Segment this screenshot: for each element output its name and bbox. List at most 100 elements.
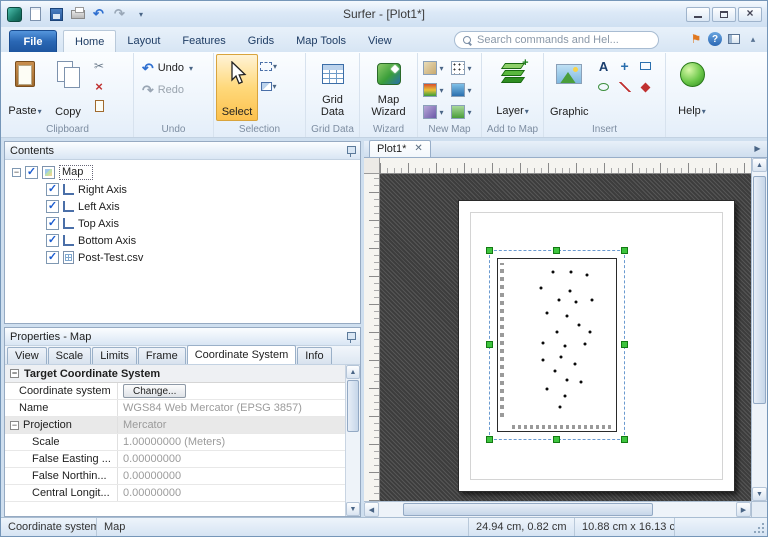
undo-button[interactable]: Undo	[136, 58, 211, 78]
tab-coordinate-system[interactable]: Coordinate System	[187, 345, 297, 364]
pin-icon[interactable]	[346, 331, 355, 343]
undo-icon[interactable]	[90, 6, 107, 23]
flag-icon[interactable]	[688, 31, 704, 47]
post-test-checkbox[interactable]	[46, 251, 59, 264]
selection-handle[interactable]	[621, 341, 628, 348]
tab-features[interactable]: Features	[171, 30, 236, 52]
plot-canvas[interactable]	[380, 174, 751, 501]
close-button[interactable]	[738, 7, 762, 22]
tab-info[interactable]: Info	[297, 347, 331, 364]
copy-button[interactable]: Copy	[47, 54, 89, 121]
properties-scrollbar[interactable]	[345, 365, 360, 516]
scroll-thumb[interactable]	[403, 503, 653, 516]
new-contour-map-button[interactable]	[420, 57, 447, 78]
collapse-icon[interactable]	[10, 369, 19, 378]
paste-button[interactable]: Paste	[4, 54, 46, 121]
section-target-coordinate-system[interactable]: Target Coordinate System	[5, 365, 345, 383]
tree-item-right-axis[interactable]: Right Axis	[5, 181, 360, 198]
post-map[interactable]	[497, 258, 617, 432]
tab-plot1[interactable]: Plot1*	[369, 140, 431, 157]
map-checkbox[interactable]	[25, 166, 38, 179]
invert-selection-button[interactable]	[259, 77, 278, 95]
tab-map-tools[interactable]: Map Tools	[285, 30, 357, 52]
selection-handle[interactable]	[486, 341, 493, 348]
selection-handle[interactable]	[486, 247, 493, 254]
right-axis-checkbox[interactable]	[46, 183, 59, 196]
new-base-map-button[interactable]	[448, 101, 475, 122]
print-icon[interactable]	[69, 6, 86, 23]
tree-item-bottom-axis[interactable]: Bottom Axis	[5, 232, 360, 249]
pin-icon[interactable]	[346, 145, 355, 157]
new-document-icon[interactable]	[27, 6, 44, 23]
change-coordinate-system-button[interactable]: Change...	[123, 384, 186, 398]
close-tab-icon[interactable]	[414, 144, 422, 154]
tab-grids[interactable]: Grids	[237, 30, 285, 52]
redo-button[interactable]: Redo	[136, 80, 211, 100]
tab-scale[interactable]: Scale	[48, 347, 92, 364]
bottom-axis-checkbox[interactable]	[46, 234, 59, 247]
qat-customize-icon[interactable]	[132, 6, 149, 23]
redo-icon[interactable]	[111, 6, 128, 23]
graphic-button[interactable]: Graphic	[546, 54, 593, 121]
tree-item-top-axis[interactable]: Top Axis	[5, 215, 360, 232]
tab-frame[interactable]: Frame	[138, 347, 186, 364]
select-button[interactable]: Select	[216, 54, 258, 121]
help-button[interactable]: Help	[671, 54, 713, 121]
selection-handle[interactable]	[486, 436, 493, 443]
collapse-icon[interactable]	[12, 168, 21, 177]
quick-help-icon[interactable]	[707, 31, 723, 47]
paste-special-button[interactable]	[90, 97, 108, 115]
tree-item-post-test-csv[interactable]: Post-Test.csv	[5, 249, 360, 266]
insert-text-button[interactable]	[594, 57, 614, 75]
delete-button[interactable]	[90, 77, 108, 95]
tab-limits[interactable]: Limits	[92, 347, 137, 364]
map-wizard-button[interactable]: Map Wizard	[362, 54, 415, 121]
scroll-up-icon[interactable]	[346, 365, 360, 379]
block-select-button[interactable]	[259, 57, 278, 75]
grid-data-button[interactable]: Grid Data	[308, 54, 357, 121]
scroll-down-icon[interactable]	[346, 502, 360, 516]
tab-layout[interactable]: Layout	[116, 30, 171, 52]
tree-item-map[interactable]: Map	[5, 164, 360, 181]
scroll-thumb[interactable]	[347, 380, 359, 432]
tree-item-left-axis[interactable]: Left Axis	[5, 198, 360, 215]
save-icon[interactable]	[48, 6, 65, 23]
top-axis-checkbox[interactable]	[46, 217, 59, 230]
scroll-left-icon[interactable]	[364, 502, 379, 517]
tab-home[interactable]: Home	[63, 30, 116, 52]
panels-icon[interactable]	[726, 31, 742, 47]
selection-handle[interactable]	[553, 436, 560, 443]
tab-view[interactable]: View	[7, 347, 47, 364]
tab-view[interactable]: View	[357, 30, 403, 52]
insert-math-text-button[interactable]	[615, 57, 635, 75]
search-input[interactable]	[477, 34, 650, 46]
collapse-icon[interactable]	[10, 421, 19, 430]
new-color-relief-map-button[interactable]	[420, 79, 447, 100]
insert-symbol-button[interactable]	[636, 78, 656, 96]
add-layer-button[interactable]: Layer	[492, 54, 534, 121]
property-row-projection[interactable]: Projection Mercator	[5, 417, 345, 434]
new-post-map-button[interactable]	[448, 57, 475, 78]
scroll-up-icon[interactable]	[752, 158, 767, 172]
collapse-ribbon-icon[interactable]	[745, 31, 761, 47]
horizontal-scrollbar[interactable]	[364, 501, 751, 517]
resize-grip[interactable]	[753, 522, 765, 534]
vertical-scrollbar[interactable]	[751, 158, 767, 501]
new-3d-surface-map-button[interactable]	[420, 101, 447, 122]
tab-file[interactable]: File	[9, 30, 57, 52]
tab-scroll-right-icon[interactable]	[751, 142, 764, 155]
scroll-down-icon[interactable]	[752, 487, 767, 501]
selection-handle[interactable]	[553, 247, 560, 254]
selection-handle[interactable]	[621, 436, 628, 443]
scroll-right-icon[interactable]	[736, 502, 751, 517]
selection-handle[interactable]	[621, 247, 628, 254]
minimize-button[interactable]	[686, 7, 710, 22]
cut-button[interactable]	[90, 57, 108, 75]
left-axis-checkbox[interactable]	[46, 200, 59, 213]
maximize-button[interactable]	[712, 7, 736, 22]
insert-ellipse-button[interactable]	[594, 78, 614, 96]
insert-polyline-button[interactable]	[615, 78, 635, 96]
map-frame[interactable]	[489, 250, 625, 440]
new-grid-values-map-button[interactable]	[448, 79, 475, 100]
scroll-thumb[interactable]	[753, 176, 766, 404]
